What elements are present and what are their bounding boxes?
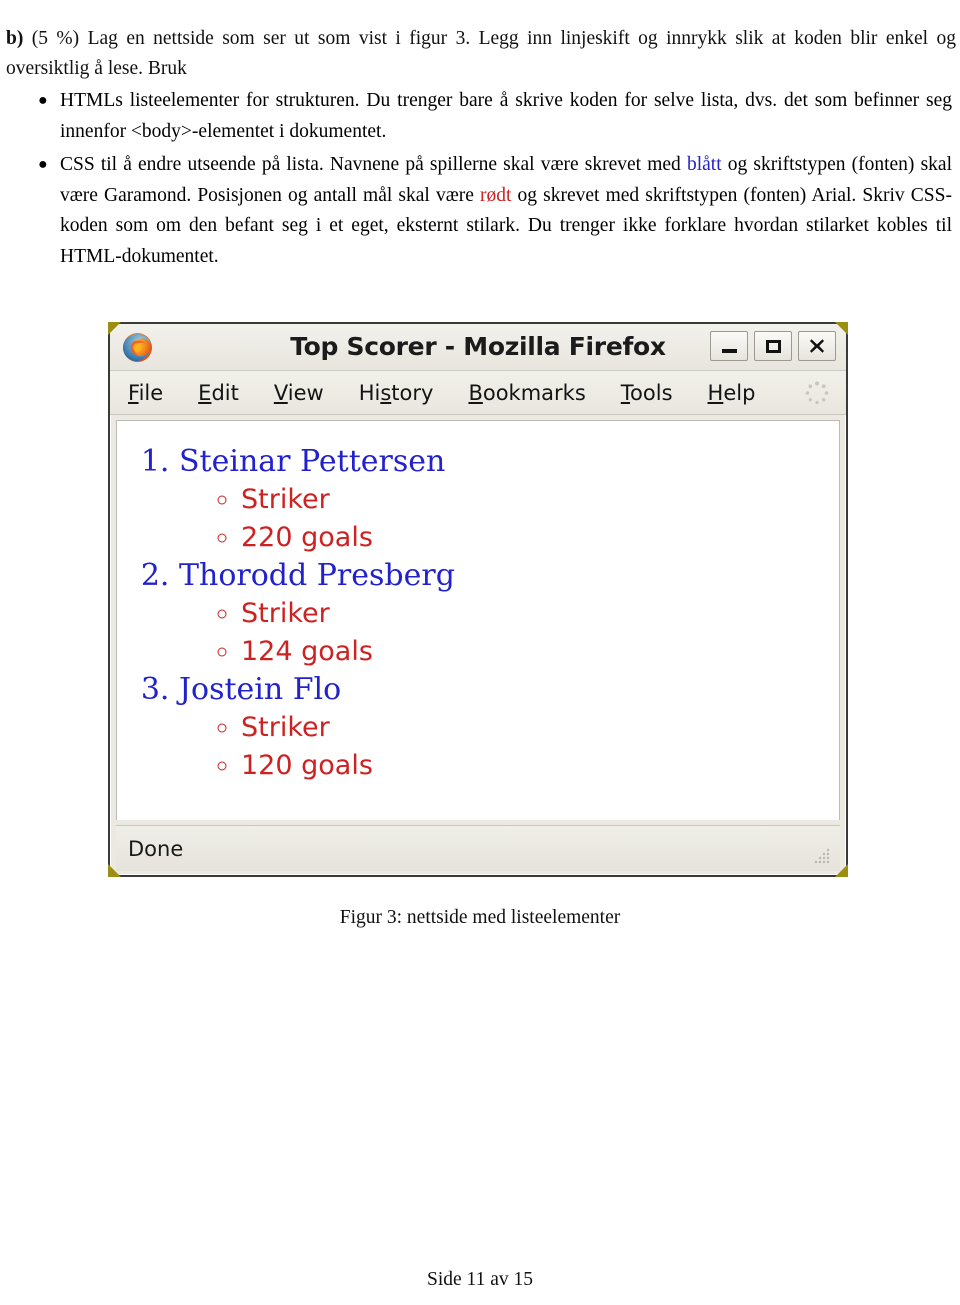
menu-item-label: tory <box>391 380 434 405</box>
maximize-icon <box>765 339 781 353</box>
question-label: b) <box>6 27 24 49</box>
status-bar: Done <box>116 825 840 871</box>
menu-item-edit[interactable]: Edit <box>198 381 239 405</box>
bullet-text: HTMLs listeelementer for strukturen. Du … <box>60 90 952 142</box>
menu-item-label: ile <box>138 380 164 405</box>
minimize-icon <box>721 348 737 353</box>
figure-caption: Figur 3: nettside med listeelementer <box>339 907 621 928</box>
menu-item-bookmarks[interactable]: Bookmarks <box>468 381 585 405</box>
menu-bar: File Edit View History Bookmarks Tools H… <box>110 371 846 415</box>
loading-spinner-icon <box>804 380 830 406</box>
question-intro-paragraph: b) (5 %) Lag en nettside som ser ut som … <box>6 24 956 84</box>
menu-item-history[interactable]: History <box>359 381 434 405</box>
menu-accel: E <box>198 380 212 405</box>
question-intro-text: (5 %) Lag en nettside som ser ut som vis… <box>6 27 956 79</box>
highlight-red-word: rødt <box>479 184 512 206</box>
list-item: Striker <box>241 595 839 633</box>
player-details-list: Striker 124 goals <box>179 595 839 671</box>
menu-item-tools[interactable]: Tools <box>621 381 673 405</box>
minimize-button[interactable] <box>710 331 748 361</box>
list-item: ● CSS til å endre utseende på lista. Navn… <box>0 150 960 272</box>
resize-grip-icon[interactable] <box>810 844 832 866</box>
menu-item-label: elp <box>723 380 756 405</box>
requirement-bullet-list-1: ● HTMLs listeelementer for strukturen. D… <box>0 86 960 147</box>
player-name: Steinar Pettersen <box>179 444 446 479</box>
close-button[interactable] <box>798 331 836 361</box>
bullet-disc-icon: ● <box>38 92 48 109</box>
status-text: Done <box>128 836 184 861</box>
bullet-text-part-1: CSS til å endre utseende på lista. Navne… <box>60 154 687 175</box>
menu-accel: V <box>273 380 288 405</box>
player-name: Thorodd Presberg <box>179 558 455 593</box>
list-item: Steinar Pettersen Striker 220 goals <box>179 443 839 557</box>
menu-accel: F <box>128 380 139 405</box>
menu-accel: T <box>620 380 631 405</box>
player-details-list: Striker 120 goals <box>179 709 839 785</box>
browser-viewport[interactable]: Steinar Pettersen Striker 220 goals Thor… <box>116 420 840 820</box>
requirement-bullet-list-2: ● CSS til å endre utseende på lista. Navn… <box>0 150 960 272</box>
list-item: 120 goals <box>241 747 839 785</box>
window-controls-group <box>710 331 836 361</box>
menu-item-label: ookmarks <box>482 380 586 405</box>
menu-item-label: ools <box>630 380 673 405</box>
player-details-list: Striker 220 goals <box>179 481 839 557</box>
highlight-blue-word: blått <box>686 154 722 175</box>
menu-item-label: dit <box>211 380 239 405</box>
firefox-browser-window: Top Scorer - Mozilla Firefox File Edit V <box>108 322 848 877</box>
window-title-bar[interactable]: Top Scorer - Mozilla Firefox <box>110 324 846 371</box>
bullet-disc-icon: ● <box>38 156 48 173</box>
list-item: ● HTMLs listeelementer for strukturen. D… <box>0 86 960 147</box>
menu-accel: s <box>380 380 392 405</box>
list-item: Striker <box>241 481 839 519</box>
page-footer: Side 11 av 15 <box>427 1269 533 1290</box>
close-icon <box>810 339 824 353</box>
list-item: Jostein Flo Striker 120 goals <box>179 671 839 785</box>
maximize-button[interactable] <box>754 331 792 361</box>
menu-item-label: iew <box>287 380 324 405</box>
menu-accel: B <box>468 380 483 405</box>
menu-item-file[interactable]: File <box>128 381 163 405</box>
list-item: 220 goals <box>241 519 839 557</box>
list-item: 124 goals <box>241 633 839 671</box>
list-item: Thorodd Presberg Striker 124 goals <box>179 557 839 671</box>
menu-accel: H <box>707 380 724 405</box>
menu-item-view[interactable]: View <box>274 381 324 405</box>
player-name: Jostein Flo <box>179 672 342 707</box>
menu-item-label: Hi <box>358 380 381 405</box>
top-scorer-ordered-list: Steinar Pettersen Striker 220 goals Thor… <box>117 443 839 785</box>
menu-item-help[interactable]: Help <box>708 381 756 405</box>
list-item: Striker <box>241 709 839 747</box>
